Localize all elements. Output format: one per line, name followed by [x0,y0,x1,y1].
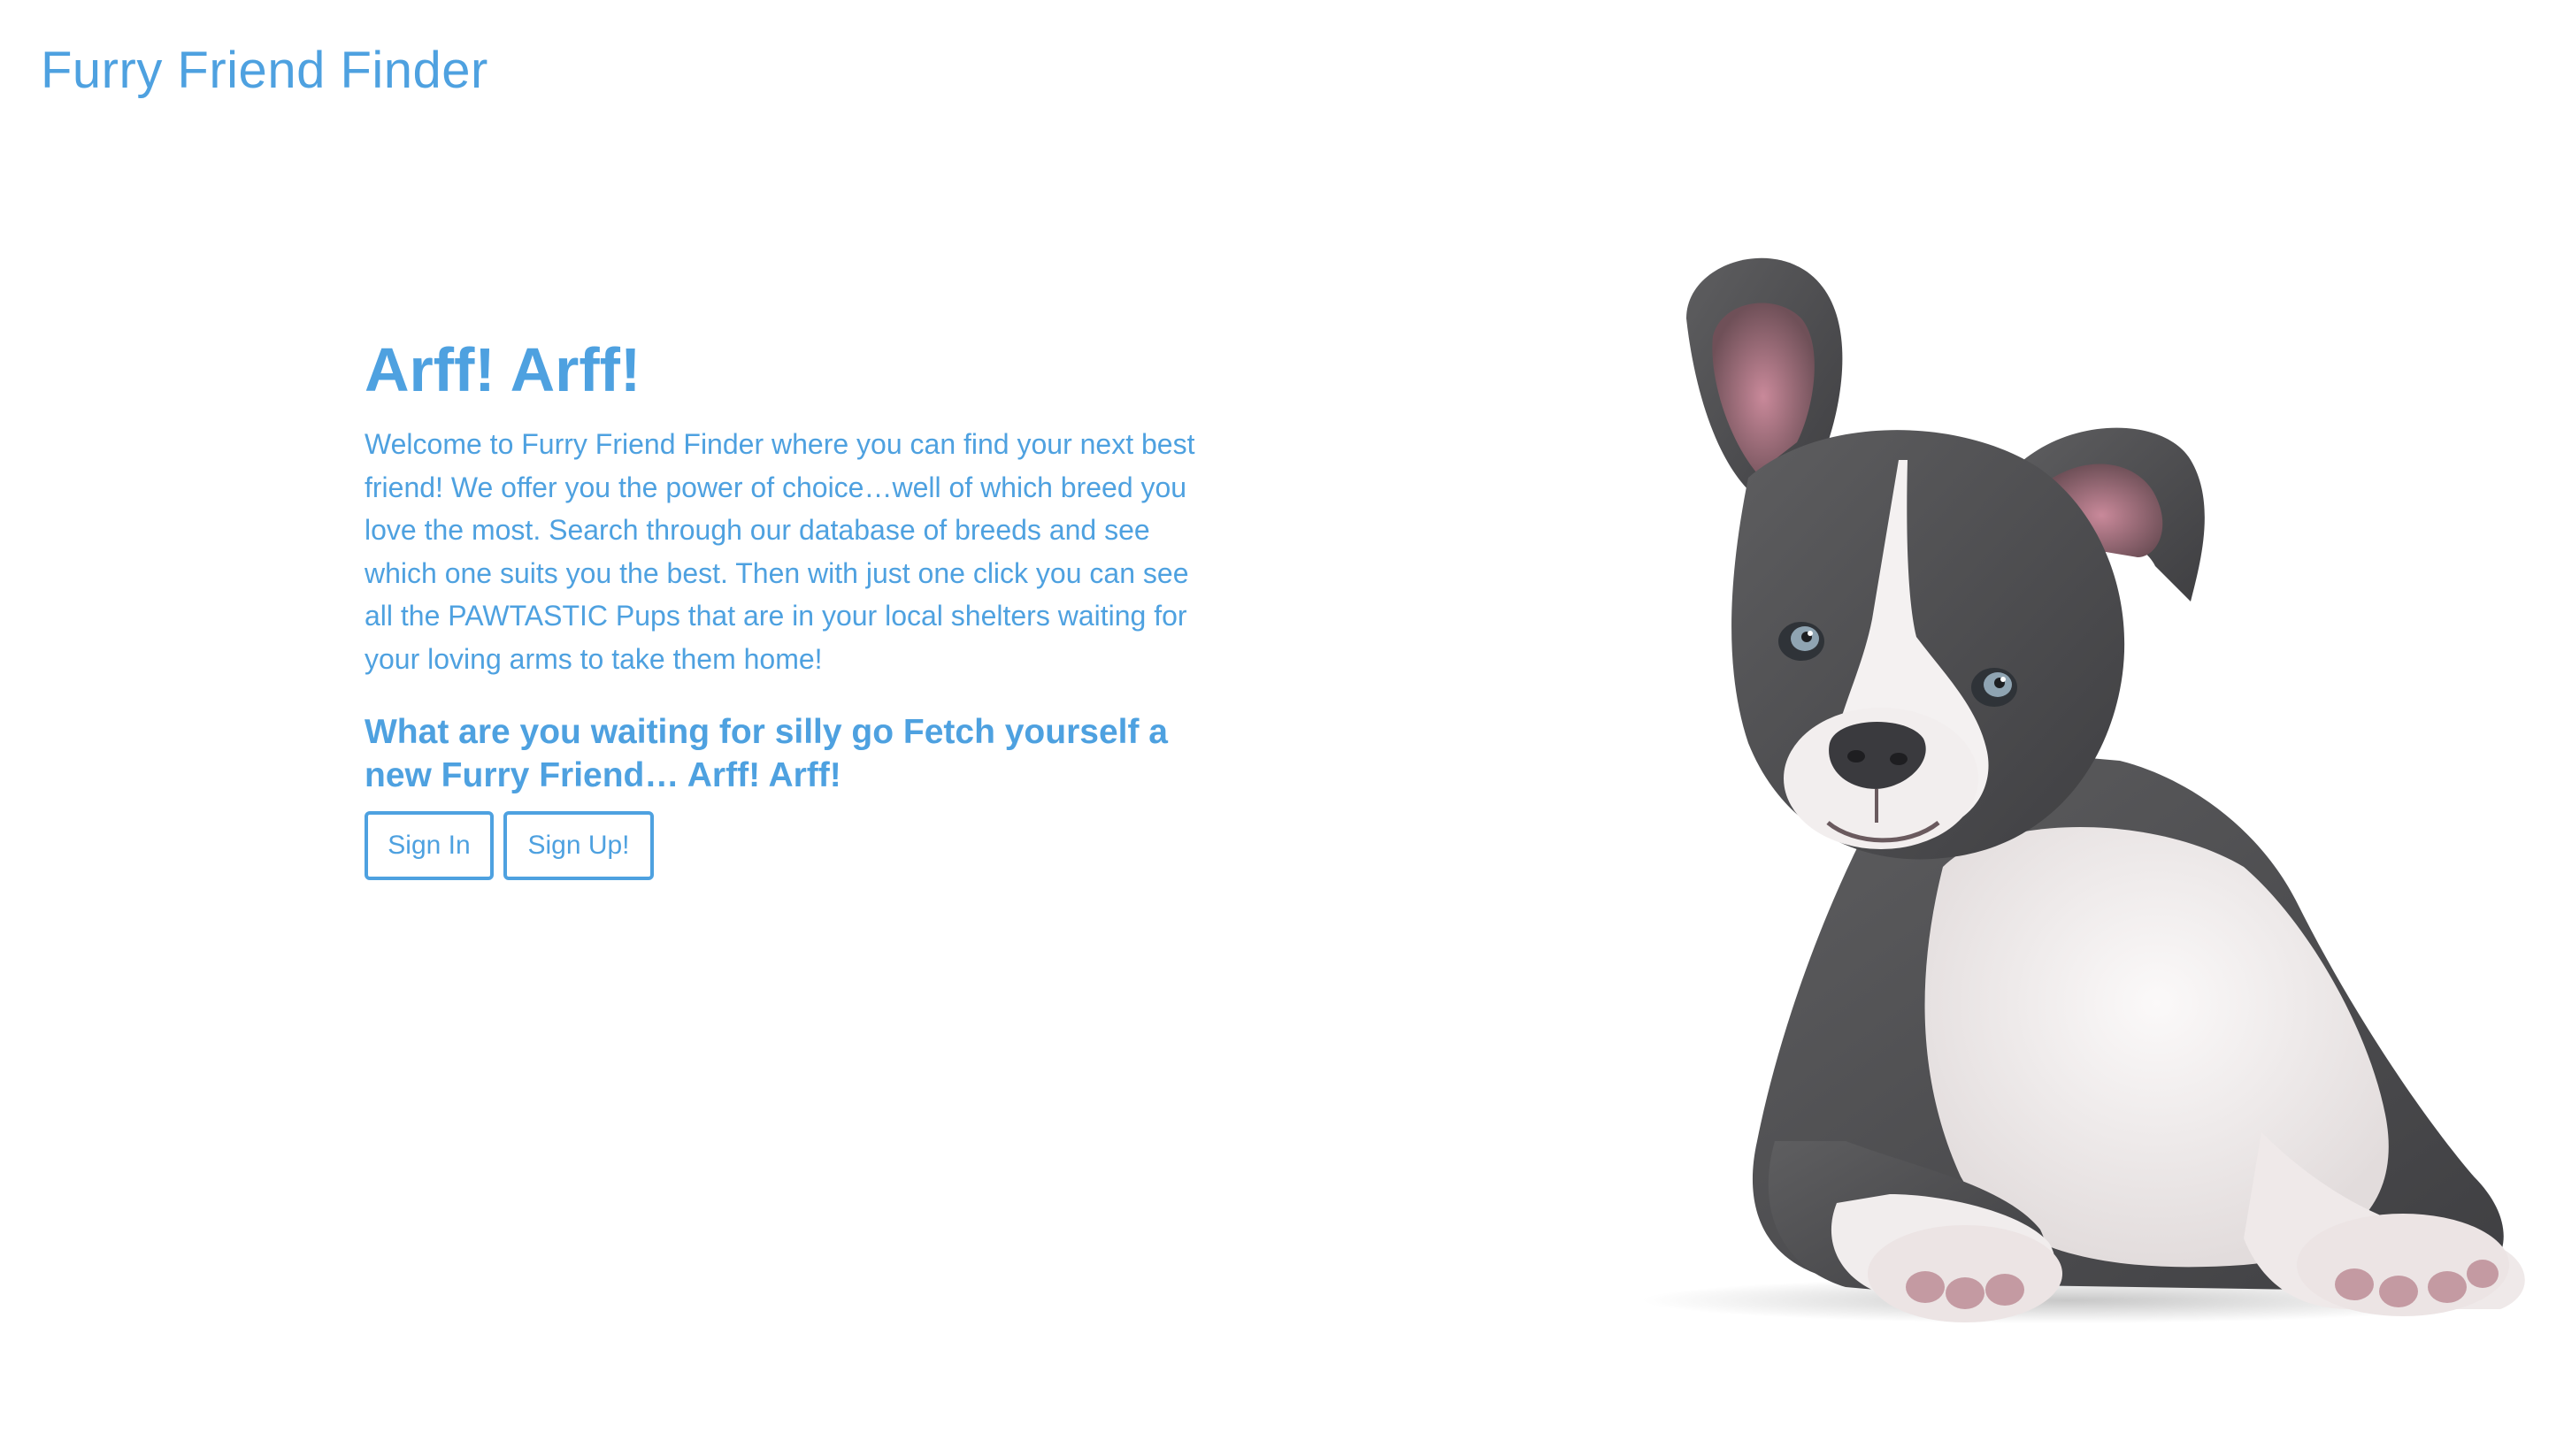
sign-up-button[interactable]: Sign Up! [503,811,654,880]
site-title[interactable]: Furry Friend Finder [41,37,488,104]
sign-in-button[interactable]: Sign In [365,811,494,880]
hero-call-to-action: What are you waiting for silly go Fetch … [365,713,1168,794]
auth-button-group: Sign In Sign Up! [365,811,1214,880]
hero-section: Arff! Arff! Welcome to Furry Friend Find… [365,329,1214,880]
hero-title: Arff! Arff! [365,335,641,404]
hero-description: Welcome to Furry Friend Finder where you… [365,428,1195,675]
puppy-image [1642,257,2525,1323]
